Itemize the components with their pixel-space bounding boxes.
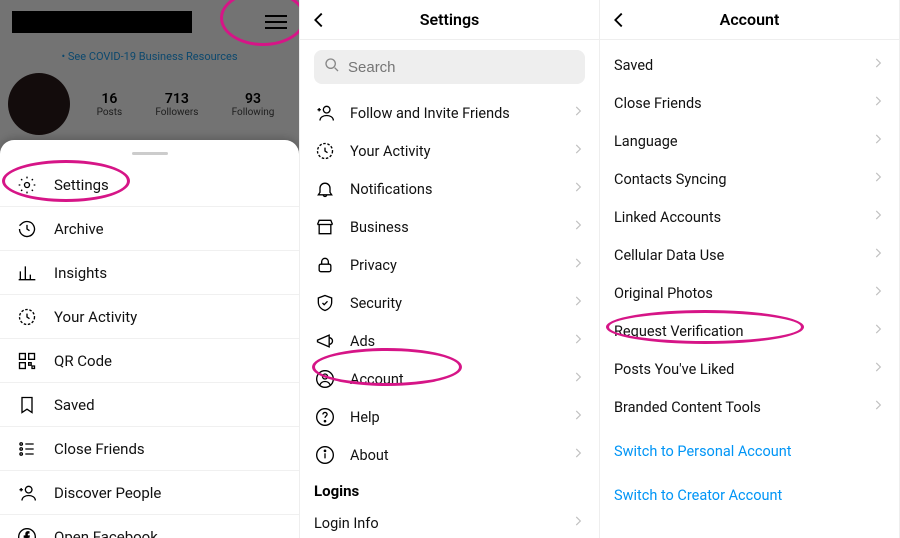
pane-profile: See COVID-19 Business Resources 16Posts …: [0, 0, 300, 538]
drawer-item-label: QR Code: [54, 352, 112, 370]
info-icon: [314, 444, 336, 466]
drawer-item-insights[interactable]: Insights: [0, 251, 299, 295]
settings-item-security[interactable]: Security: [300, 284, 599, 322]
chevron-right-icon: [571, 446, 585, 464]
chevron-right-icon: [571, 180, 585, 198]
chevron-right-icon: [571, 370, 585, 388]
search-icon: [324, 57, 340, 77]
gear-icon: [16, 174, 38, 196]
settings-item-privacy[interactable]: Privacy: [300, 246, 599, 284]
drawer-handle[interactable]: [132, 152, 168, 155]
search-input[interactable]: [348, 59, 575, 76]
chevron-right-icon: [571, 332, 585, 350]
account-item-saved[interactable]: Saved: [600, 46, 899, 84]
shield-icon: [314, 292, 336, 314]
adduser-icon: [314, 102, 336, 124]
settings-item-help[interactable]: Help: [300, 398, 599, 436]
drawer-item-label: Discover People: [54, 484, 161, 502]
qr-icon: [16, 350, 38, 372]
megaphone-icon: [314, 330, 336, 352]
drawer-item-label: Saved: [54, 396, 95, 414]
account-item-linked-accounts[interactable]: Linked Accounts: [600, 198, 899, 236]
account-header: Account: [600, 0, 899, 40]
account-item-contacts-sync[interactable]: Contacts Syncing: [600, 160, 899, 198]
settings-item-follow-invite[interactable]: Follow and Invite Friends: [300, 94, 599, 132]
chevron-right-icon: [871, 360, 885, 378]
drawer-item-activity[interactable]: Your Activity: [0, 295, 299, 339]
search-box[interactable]: [314, 50, 585, 84]
chevron-right-icon: [871, 284, 885, 302]
chart-icon: [16, 262, 38, 284]
account-item-language[interactable]: Language: [600, 122, 899, 160]
drawer-item-label: Archive: [54, 220, 104, 238]
drawer-item-close-friends[interactable]: Close Friends: [0, 427, 299, 471]
bookmark-icon: [16, 394, 38, 416]
chevron-right-icon: [871, 246, 885, 264]
chevron-right-icon: [871, 322, 885, 340]
account-item-branded-content[interactable]: Branded Content Tools: [600, 388, 899, 426]
back-button[interactable]: [308, 0, 330, 39]
drawer-item-qr[interactable]: QR Code: [0, 339, 299, 383]
pane-account: Account Saved Close Friends Language Con…: [600, 0, 900, 538]
settings-item-about[interactable]: About: [300, 436, 599, 474]
user-icon: [314, 368, 336, 390]
settings-item-business[interactable]: Business: [300, 208, 599, 246]
facebook-icon: [16, 526, 38, 538]
list-icon: [16, 438, 38, 460]
settings-item-account[interactable]: Account: [300, 360, 599, 398]
drawer-item-facebook[interactable]: Open Facebook: [0, 515, 299, 538]
chevron-right-icon: [571, 408, 585, 426]
account-item-original-photos[interactable]: Original Photos: [600, 274, 899, 312]
drawer-item-discover[interactable]: Discover People: [0, 471, 299, 515]
clock-icon: [314, 140, 336, 162]
chevron-right-icon: [871, 132, 885, 150]
settings-item-login-info[interactable]: Login Info: [300, 504, 599, 538]
logins-section-header: Logins: [300, 474, 599, 504]
chevron-right-icon: [871, 170, 885, 188]
bell-icon: [314, 178, 336, 200]
adduser-icon: [16, 482, 38, 504]
lock-icon: [314, 254, 336, 276]
chevron-right-icon: [571, 142, 585, 160]
account-item-cellular[interactable]: Cellular Data Use: [600, 236, 899, 274]
chevron-right-icon: [871, 208, 885, 226]
drawer-item-archive[interactable]: Archive: [0, 207, 299, 251]
drawer-item-label: Open Facebook: [54, 528, 158, 538]
drawer-item-label: Your Activity: [54, 308, 137, 326]
account-link-creator[interactable]: Switch to Creator Account: [600, 476, 899, 514]
drawer-menu: Settings Archive Insights Your Activity …: [0, 140, 299, 538]
account-item-close-friends[interactable]: Close Friends: [600, 84, 899, 122]
account-item-posts-liked[interactable]: Posts You've Liked: [600, 350, 899, 388]
help-icon: [314, 406, 336, 428]
chevron-right-icon: [571, 294, 585, 312]
settings-item-activity[interactable]: Your Activity: [300, 132, 599, 170]
chevron-right-icon: [871, 56, 885, 74]
account-item-request-verification[interactable]: Request Verification: [600, 312, 899, 350]
drawer-item-label: Insights: [54, 264, 107, 282]
clock-icon: [16, 306, 38, 328]
chevron-right-icon: [571, 514, 585, 532]
back-button[interactable]: [608, 0, 630, 39]
drawer-item-label: Close Friends: [54, 440, 145, 458]
drawer-item-settings[interactable]: Settings: [0, 163, 299, 207]
chevron-right-icon: [571, 104, 585, 122]
account-title: Account: [720, 10, 780, 29]
store-icon: [314, 216, 336, 238]
settings-title: Settings: [420, 10, 480, 29]
account-link-personal[interactable]: Switch to Personal Account: [600, 432, 899, 470]
pane-settings: Settings Follow and Invite Friends Your …: [300, 0, 600, 538]
settings-header: Settings: [300, 0, 599, 40]
chevron-right-icon: [571, 256, 585, 274]
history-icon: [16, 218, 38, 240]
drawer-item-label: Settings: [54, 176, 109, 194]
settings-item-notifications[interactable]: Notifications: [300, 170, 599, 208]
chevron-right-icon: [871, 94, 885, 112]
settings-item-ads[interactable]: Ads: [300, 322, 599, 360]
chevron-right-icon: [871, 398, 885, 416]
drawer-item-saved[interactable]: Saved: [0, 383, 299, 427]
chevron-right-icon: [571, 218, 585, 236]
